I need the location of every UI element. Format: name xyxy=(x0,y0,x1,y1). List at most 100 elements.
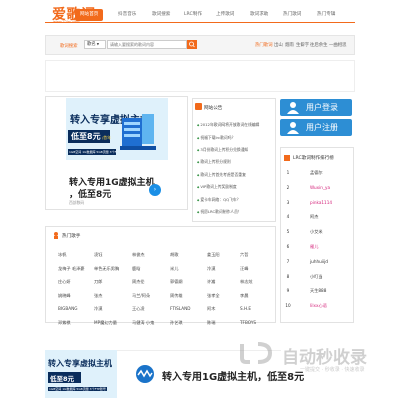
search-type-value: 歌名 xyxy=(87,42,96,47)
singer-link[interactable]: 冰帆 xyxy=(58,252,66,258)
ranking-number: 10 xyxy=(285,303,291,309)
nav-item-douyin[interactable]: 抖音音乐 xyxy=(118,9,136,21)
nav-item-help[interactable]: 歌词求助 xyxy=(250,9,268,21)
search-button[interactable] xyxy=(187,40,197,49)
singer-link[interactable]: 周传雄 xyxy=(170,293,183,299)
chevron-down-icon: ▼ xyxy=(95,42,100,46)
ranking-user[interactable]: 阿杰 xyxy=(310,214,318,220)
singer-link[interactable]: 汪峰 xyxy=(240,266,248,272)
notice-item[interactable]: 爱卡车网络：QQ飞车？ xyxy=(197,197,240,203)
notice-item[interactable]: 2012年歌词网将开放歌词在线编辑 xyxy=(197,122,259,128)
singer-link[interactable]: 李晨 xyxy=(240,293,248,299)
singer-link[interactable]: TFBOYS xyxy=(240,320,256,325)
wave-logo-icon xyxy=(136,365,154,383)
ranking-number: 1 xyxy=(286,170,290,175)
top-banner xyxy=(45,60,355,92)
bottom-ad-title: 转入专享虚拟主机 xyxy=(48,359,112,368)
singer-link[interactable]: 王心凌 xyxy=(132,306,145,312)
singer-link[interactable]: 陈瑞 xyxy=(207,320,215,326)
singer-link[interactable]: 龙梅子 毛泽豪 xyxy=(58,266,84,272)
ad-price: 低至8元 xyxy=(71,132,101,141)
nav-item-search[interactable]: 歌词搜索 xyxy=(152,9,170,21)
nav-item-upload[interactable]: 上传歌词 xyxy=(216,9,234,21)
ranking-number: 4 xyxy=(286,214,290,220)
bottom-ad-headline: 转入专用1G虚拟主机，低至8元 xyxy=(162,368,304,383)
hot-singers-title: 热门歌手 xyxy=(62,234,81,239)
ranking-user[interactable]: juhhuiijd xyxy=(310,259,328,264)
singer-link[interactable]: 林志炫 xyxy=(240,279,253,285)
search-type-select[interactable]: 歌名 ▼ xyxy=(84,40,106,49)
singer-link[interactable]: 凌钰 xyxy=(94,252,102,258)
ad-open-button[interactable]: › xyxy=(149,184,161,196)
ranking-user[interactable]: 孟德尔 xyxy=(310,170,323,176)
search-icon xyxy=(189,41,195,48)
hot-search-item[interactable]: 出山 xyxy=(274,42,283,48)
nav-divider xyxy=(45,22,355,23)
singer-link[interactable]: 冷漠 xyxy=(207,266,215,272)
ranking-user[interactable]: 小叮当 xyxy=(310,274,323,280)
ranking-user[interactable]: 天生888 xyxy=(310,288,326,294)
bottom-ad-headline-1: 转入专用1G虚拟主机 xyxy=(162,372,258,383)
register-button[interactable]: 用户注册 xyxy=(280,119,352,136)
singer-link[interactable]: 郭德纲 xyxy=(170,279,183,285)
singer-link[interactable]: 林俊杰 xyxy=(132,252,145,258)
singer-link[interactable]: 邓紫棋 xyxy=(58,320,71,326)
singer-link[interactable]: 刀郎 xyxy=(94,279,102,285)
notice-title: 网站公告 xyxy=(204,106,223,111)
singer-link[interactable]: 冷漠 xyxy=(94,306,102,312)
singer-link[interactable]: 单色无乐男胸 xyxy=(94,266,119,272)
singer-link[interactable]: 马兰/阿朵 xyxy=(132,293,150,299)
singer-link[interactable]: 庄心妍 xyxy=(58,279,71,285)
singer-link[interactable]: S.H.E xyxy=(240,306,251,311)
singer-link[interactable]: MP魔幻力量 xyxy=(94,320,117,326)
ranking-user[interactable]: lilxx心语 xyxy=(310,303,327,309)
notice-item[interactable]: 歌词上传首先考虑是否重复 xyxy=(197,172,246,178)
nav-item-lrc[interactable]: LRC制作 xyxy=(184,9,202,21)
ranking-number: 2 xyxy=(286,184,290,190)
notice-icon xyxy=(195,103,202,110)
notice-item[interactable]: 歌词上传积分规则 xyxy=(197,159,230,165)
singer-link[interactable]: 阿木 xyxy=(207,306,215,312)
nav-item-hot-albums[interactable]: 热门专辑 xyxy=(317,9,335,21)
ranking-user[interactable]: pinka1114 xyxy=(310,200,332,205)
singer-link[interactable]: 六哲 xyxy=(240,252,248,258)
singer-link[interactable]: 张孝全 xyxy=(207,293,220,299)
notice-item[interactable]: 3月份歌词上传积分兑换通知 xyxy=(197,147,248,153)
singer-link[interactable]: 马健涛 小鬼 xyxy=(132,320,154,326)
ranking-user[interactable]: 小艾米 xyxy=(310,229,323,235)
singer-link[interactable]: 许嵩 xyxy=(207,279,215,285)
ranking-user[interactable]: Wuxin_ya xyxy=(310,185,330,190)
login-label: 用户登录 xyxy=(306,103,338,112)
ranking-number: 9 xyxy=(286,288,290,294)
singer-link[interactable]: 胡歌 xyxy=(170,252,178,258)
notice-item[interactable]: 祝福下载lrc歌词吗？ xyxy=(197,135,235,141)
notice-item[interactable]: VIP歌词上传奖励制度 xyxy=(197,184,236,190)
nav-item-hot-lyrics[interactable]: 热门歌词 xyxy=(283,9,301,21)
singer-link[interactable]: 米儿 xyxy=(170,266,178,272)
singer-link[interactable]: 周杰伦 xyxy=(132,279,145,285)
singer-link[interactable]: FTISLAND xyxy=(170,306,190,311)
hot-search-item[interactable]: 生僻字 xyxy=(296,42,309,48)
ranking-title: LRC歌词制作排行榜 xyxy=(293,156,334,161)
hot-search-label: 热门歌词 xyxy=(255,43,273,48)
singer-link[interactable]: BIGBANG xyxy=(58,306,77,311)
hot-search-item[interactable]: 一曲相思 xyxy=(329,42,347,48)
search-label: 歌词搜索 xyxy=(60,44,78,49)
ranking-number: 7 xyxy=(286,258,290,264)
singer-link[interactable]: 鹿晗 xyxy=(132,266,140,272)
singer-link[interactable]: 姚晓峰 xyxy=(58,293,71,299)
server-icon xyxy=(120,114,156,150)
nav-item-home[interactable]: 网站首页 xyxy=(75,9,104,21)
search-input[interactable] xyxy=(107,40,187,49)
singer-link[interactable]: 姜玉阳 xyxy=(207,252,220,258)
hot-search-item[interactable]: 往后余生 xyxy=(310,42,328,48)
ranking-number: 3 xyxy=(286,199,290,205)
login-button[interactable]: 用户登录 xyxy=(280,99,352,116)
singer-link[interactable]: 孙艺琪 xyxy=(170,320,183,326)
ranking-user[interactable]: 雁儿 xyxy=(310,244,318,250)
hot-search-item[interactable]: 烟雨 xyxy=(285,42,294,48)
watermark-subtext: 一键提交 · 秒收录 · 快速收录 xyxy=(300,367,365,373)
ad-headline-2[interactable]: ，低至8元 xyxy=(69,187,111,200)
singer-link[interactable]: 张杰 xyxy=(94,293,102,299)
notice-item[interactable]: 祝愿LRC歌词制作人员！ xyxy=(197,209,241,215)
